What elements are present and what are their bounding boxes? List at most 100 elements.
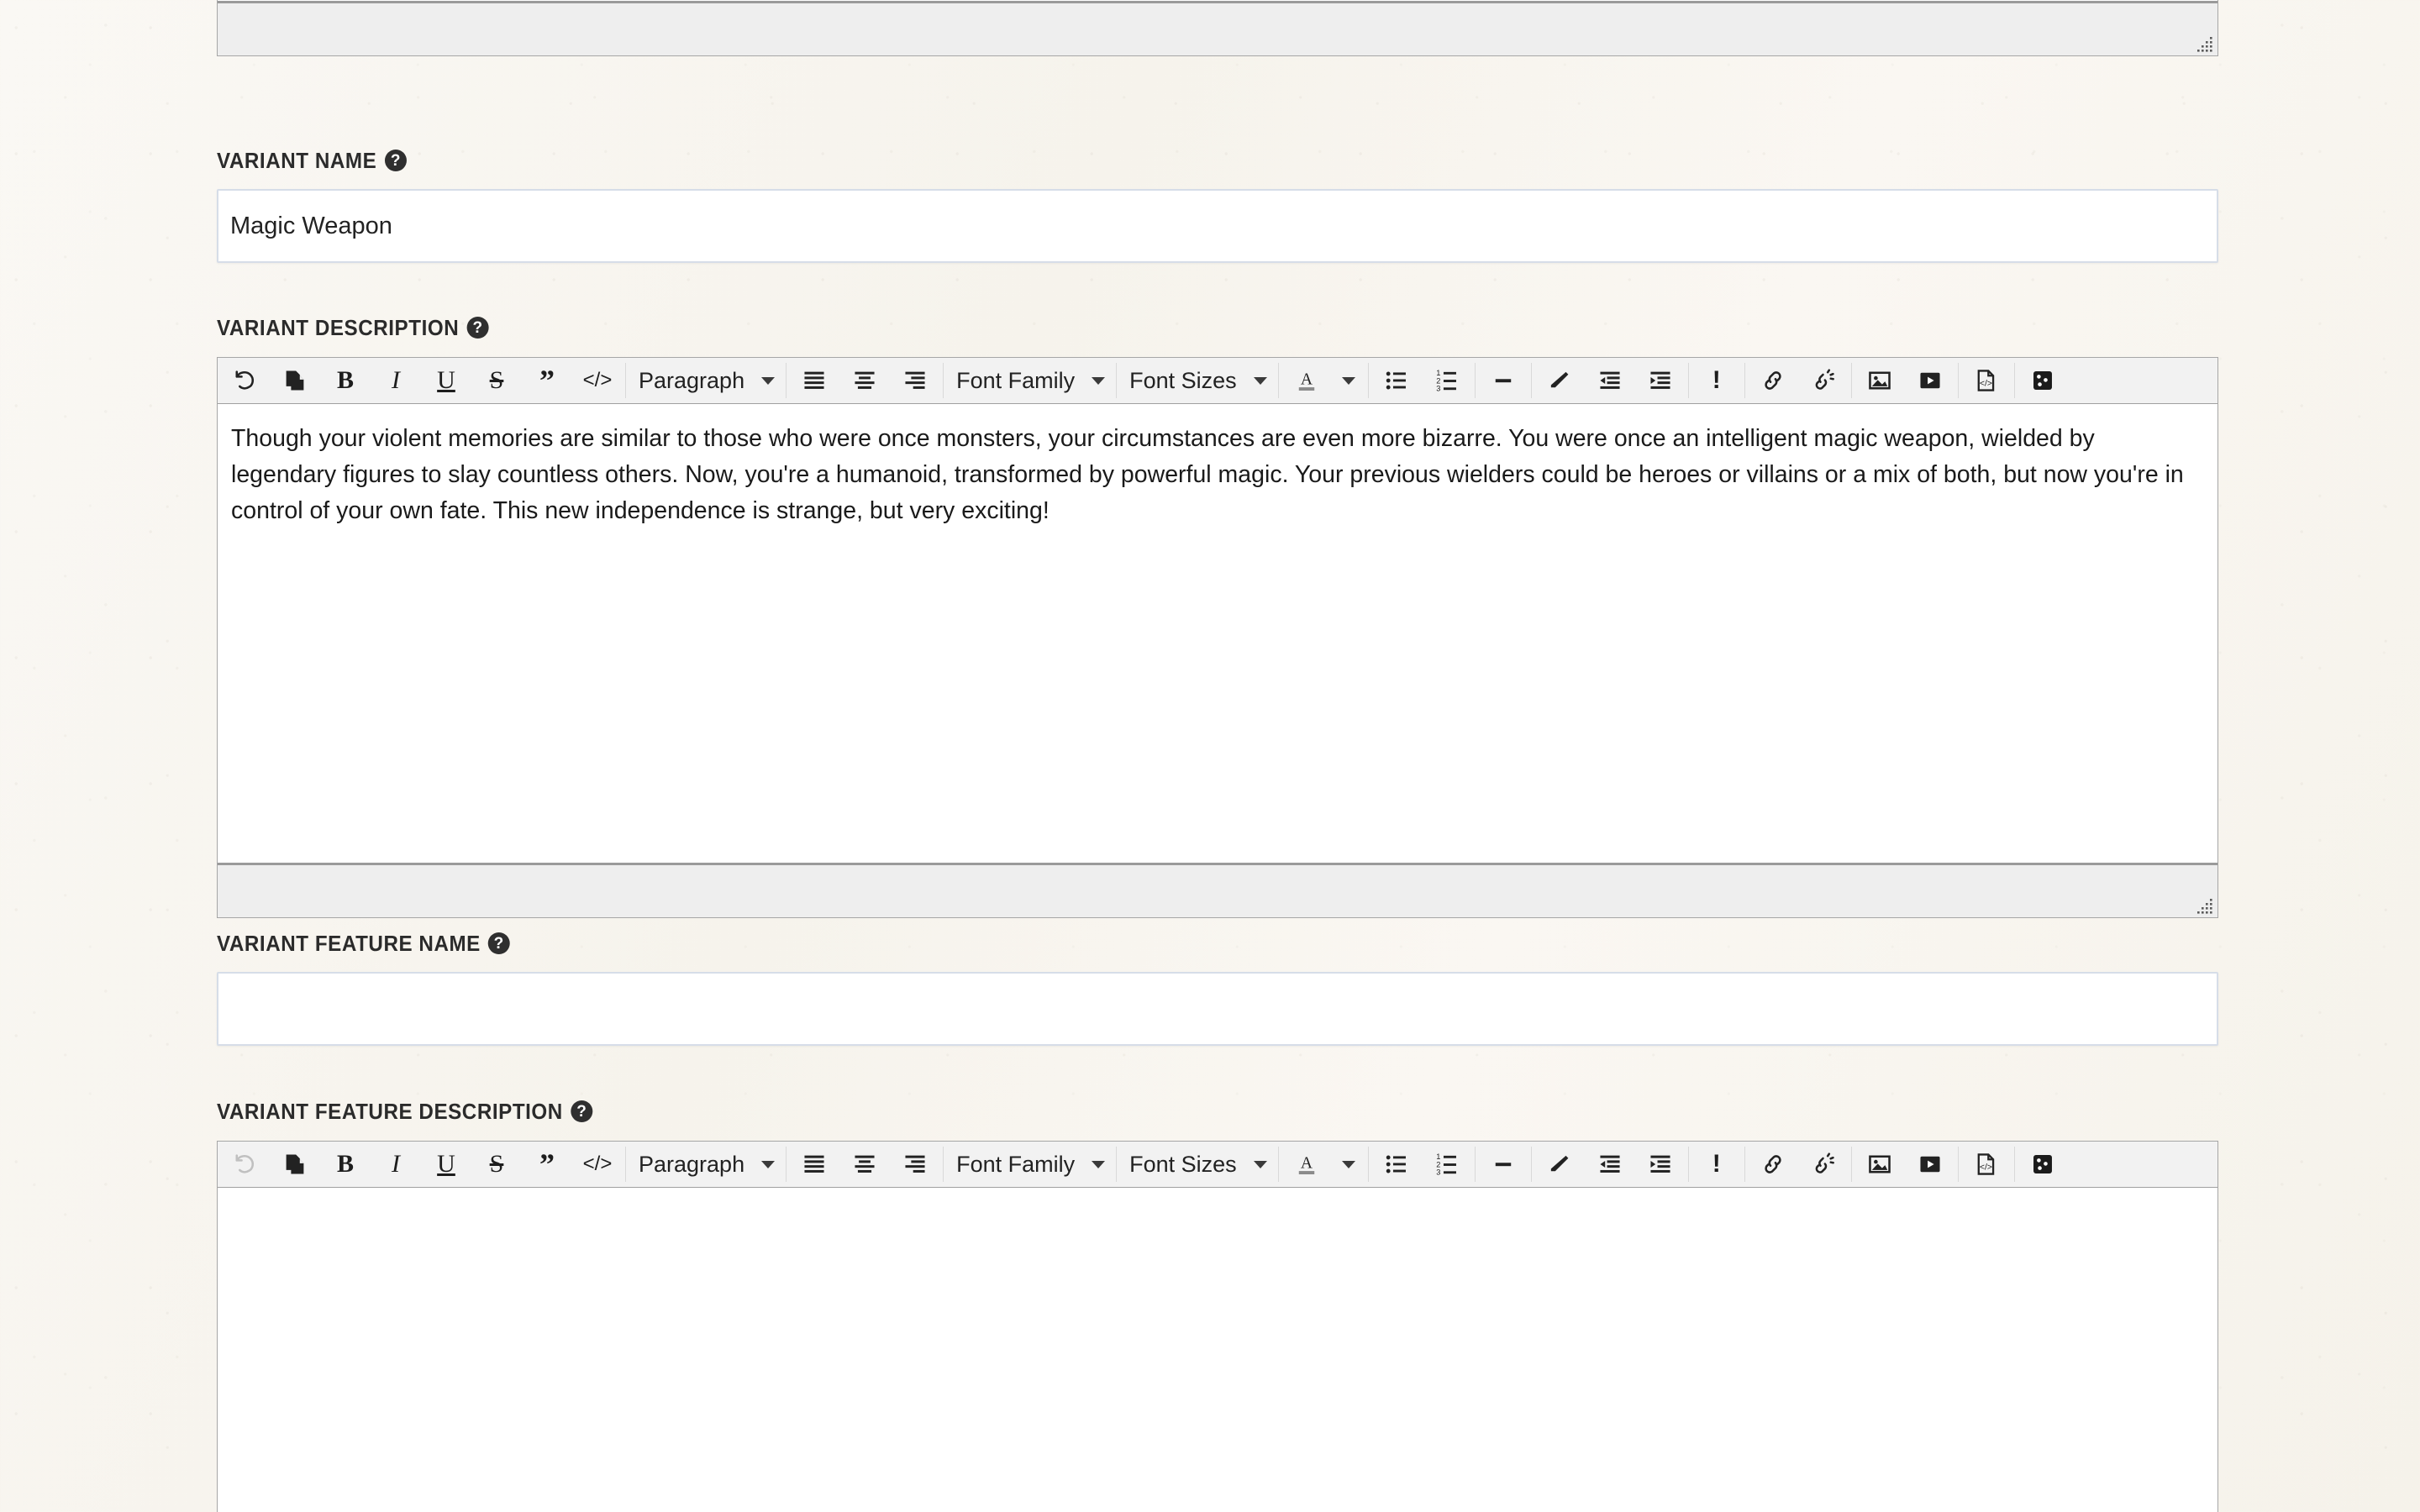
help-icon[interactable]: ? bbox=[571, 1100, 593, 1122]
font-family-select[interactable]: Font Family bbox=[946, 1142, 1113, 1187]
font-sizes-select[interactable]: Font Sizes bbox=[1119, 358, 1276, 403]
exclamation-icon: ! bbox=[1712, 366, 1721, 394]
insert-image-button[interactable] bbox=[1854, 1142, 1905, 1187]
outdent-icon bbox=[1597, 368, 1623, 393]
undo-button[interactable] bbox=[219, 358, 270, 403]
numbered-list-button[interactable]: 123 bbox=[1422, 358, 1472, 403]
text-color-caret-button[interactable] bbox=[1332, 1142, 1365, 1187]
dice-icon bbox=[2030, 1152, 2055, 1177]
source-code-button[interactable]: </> bbox=[1961, 1142, 2012, 1187]
text-color-button[interactable]: A bbox=[1281, 358, 1332, 403]
outdent-icon bbox=[1597, 1152, 1623, 1177]
strikethrough-button[interactable]: S bbox=[471, 1142, 522, 1187]
code-button[interactable]: </> bbox=[572, 358, 623, 403]
block-format-select-label: Paragraph bbox=[639, 367, 745, 393]
source-code-icon: </> bbox=[1974, 368, 1999, 393]
dice-roll-button[interactable] bbox=[2018, 1142, 2068, 1187]
label-variant-feature-name-text: VARIANT FEATURE NAME bbox=[217, 931, 481, 956]
align-center-button[interactable] bbox=[839, 358, 890, 403]
indent-button[interactable] bbox=[1635, 358, 1686, 403]
horizontal-rule-button[interactable] bbox=[1478, 1142, 1528, 1187]
underline-icon: U bbox=[437, 1150, 455, 1178]
text-color-caret-button[interactable] bbox=[1332, 358, 1365, 403]
source-code-button[interactable]: </> bbox=[1961, 358, 2012, 403]
label-variant-description-text: VARIANT DESCRIPTION bbox=[217, 315, 460, 340]
code-button[interactable]: </> bbox=[572, 1142, 623, 1187]
eraser-icon bbox=[1547, 1152, 1572, 1177]
text-color-icon: A bbox=[1294, 368, 1319, 393]
chevron-down-icon bbox=[1253, 376, 1267, 385]
variant-feature-description-editor-body[interactable] bbox=[218, 1188, 2217, 1512]
help-icon[interactable]: ? bbox=[466, 317, 489, 339]
chevron-down-icon bbox=[1092, 376, 1106, 385]
paste-icon bbox=[282, 1152, 308, 1177]
block-format-select[interactable]: Paragraph bbox=[629, 358, 783, 403]
remove-link-button[interactable] bbox=[1798, 358, 1849, 403]
indent-button[interactable] bbox=[1635, 1142, 1686, 1187]
undo-icon bbox=[232, 1152, 257, 1177]
insert-link-button[interactable] bbox=[1748, 358, 1798, 403]
variant-name-input[interactable] bbox=[217, 189, 2218, 263]
align-center-button[interactable] bbox=[839, 1142, 890, 1187]
italic-button[interactable]: I bbox=[371, 1142, 421, 1187]
special-character-button[interactable]: ! bbox=[1691, 1142, 1742, 1187]
unlink-icon bbox=[1811, 368, 1836, 393]
link-icon bbox=[1760, 1152, 1786, 1177]
block-format-select-label: Paragraph bbox=[639, 1151, 745, 1177]
chevron-down-icon bbox=[1341, 1160, 1355, 1168]
underline-button[interactable]: U bbox=[421, 1142, 471, 1187]
resize-grip-handle[interactable] bbox=[2196, 896, 2214, 915]
special-character-button[interactable]: ! bbox=[1691, 358, 1742, 403]
outdent-button[interactable] bbox=[1585, 358, 1635, 403]
quote-icon: ” bbox=[539, 364, 555, 397]
label-variant-feature-description-text: VARIANT FEATURE DESCRIPTION bbox=[217, 1099, 563, 1124]
resize-grip-handle[interactable] bbox=[2196, 34, 2214, 53]
paste-button[interactable] bbox=[270, 1142, 320, 1187]
blockquote-button[interactable]: ” bbox=[522, 358, 572, 403]
bold-button[interactable]: B bbox=[320, 1142, 371, 1187]
align-center-icon bbox=[852, 368, 877, 393]
font-sizes-select-label: Font Sizes bbox=[1129, 1151, 1237, 1177]
svg-text:3: 3 bbox=[1436, 385, 1440, 393]
clear-formatting-button[interactable] bbox=[1534, 358, 1585, 403]
undo-icon bbox=[232, 368, 257, 393]
font-family-select[interactable]: Font Family bbox=[946, 358, 1113, 403]
blockquote-button[interactable]: ” bbox=[522, 1142, 572, 1187]
insert-media-button[interactable] bbox=[1905, 358, 1955, 403]
align-right-button[interactable] bbox=[890, 358, 940, 403]
clear-formatting-button[interactable] bbox=[1534, 1142, 1585, 1187]
bullet-list-button[interactable] bbox=[1371, 358, 1422, 403]
source-code-icon: </> bbox=[1974, 1152, 1999, 1177]
strikethrough-icon: S bbox=[489, 366, 504, 394]
bold-button[interactable]: B bbox=[320, 358, 371, 403]
top-partial-editor-statusbar bbox=[218, 1, 2217, 55]
label-variant-feature-name: VARIANT FEATURE NAME ? bbox=[217, 932, 2078, 954]
italic-button[interactable]: I bbox=[371, 358, 421, 403]
help-icon[interactable]: ? bbox=[384, 150, 407, 171]
align-left-icon bbox=[802, 368, 827, 393]
align-left-button[interactable] bbox=[789, 358, 839, 403]
dice-roll-button[interactable] bbox=[2018, 358, 2068, 403]
numbered-list-button[interactable]: 123 bbox=[1422, 1142, 1472, 1187]
underline-button[interactable]: U bbox=[421, 358, 471, 403]
variant-feature-name-input[interactable] bbox=[217, 972, 2218, 1046]
variant-description-editor-body[interactable]: Though your violent memories are similar… bbox=[218, 404, 2217, 863]
horizontal-rule-button[interactable] bbox=[1478, 358, 1528, 403]
insert-image-button[interactable] bbox=[1854, 358, 1905, 403]
top-partial-editor bbox=[217, 0, 2218, 56]
help-icon[interactable]: ? bbox=[488, 932, 511, 954]
align-left-button[interactable] bbox=[789, 1142, 839, 1187]
indent-icon bbox=[1648, 368, 1673, 393]
insert-media-button[interactable] bbox=[1905, 1142, 1955, 1187]
insert-link-button[interactable] bbox=[1748, 1142, 1798, 1187]
paste-button[interactable] bbox=[270, 358, 320, 403]
strikethrough-icon: S bbox=[489, 1150, 504, 1178]
block-format-select[interactable]: Paragraph bbox=[629, 1142, 783, 1187]
remove-link-button[interactable] bbox=[1798, 1142, 1849, 1187]
align-right-button[interactable] bbox=[890, 1142, 940, 1187]
outdent-button[interactable] bbox=[1585, 1142, 1635, 1187]
text-color-button[interactable]: A bbox=[1281, 1142, 1332, 1187]
font-sizes-select[interactable]: Font Sizes bbox=[1119, 1142, 1276, 1187]
bullet-list-button[interactable] bbox=[1371, 1142, 1422, 1187]
strikethrough-button[interactable]: S bbox=[471, 358, 522, 403]
